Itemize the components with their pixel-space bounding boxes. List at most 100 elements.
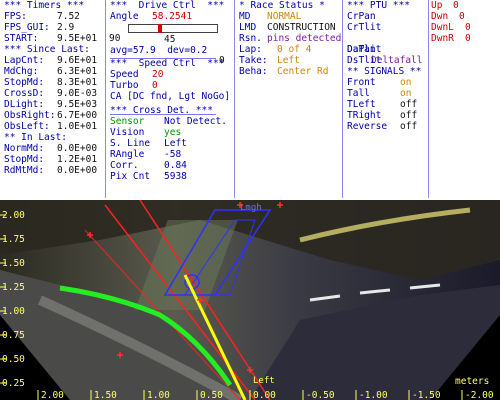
- timers-column: *** Timers *** FPS: 7.52 FPS_GUI: 2.9 STAR…: [0, 0, 104, 198]
- y-tick-label: 0.75: [2, 330, 25, 341]
- avg-text: avg=57.9 dev=0.2: [110, 45, 208, 56]
- crossd-label: CrossD:: [4, 88, 45, 99]
- beha-value: Center Rd: [277, 66, 329, 77]
- ca-row: CA [DC fnd, Lgt NoGo]: [106, 91, 233, 102]
- fps-label: FPS:: [4, 11, 27, 22]
- x-tick-label: 0.00: [253, 390, 276, 400]
- x-tick-label: 1.50: [94, 390, 117, 400]
- ptu-dstlit: DsTlit: [347, 55, 382, 66]
- dwnr-row: DwnR 0: [429, 33, 500, 44]
- beha-label: Beha:: [239, 66, 268, 77]
- start-label: START:: [4, 33, 39, 44]
- drive-column: *** Drive Ctrl *** Angle 58.2541 90 0 45 …: [106, 0, 233, 198]
- y-tick-label: 0.50: [2, 354, 25, 365]
- sline-row: S. Line Left: [106, 138, 233, 149]
- obsright-label: ObsRight:: [4, 110, 56, 121]
- pixcnt-value: 5938: [164, 171, 187, 182]
- y-tick-label: 1.25: [2, 282, 25, 293]
- rsn-value: pins detected: [267, 33, 341, 44]
- normmd-label: NormMd:: [4, 143, 45, 154]
- md-row: MD NORMAL: [235, 11, 341, 22]
- race-column: * Race Status * MD NORMAL LMD CONSTRUCTION…: [235, 0, 341, 198]
- dlight-row: DLight: 9.5E+03: [0, 99, 104, 110]
- lap-value: 0 of 4: [277, 44, 312, 55]
- fps-gui-label: FPS_GUI:: [4, 22, 50, 33]
- units-label: meters: [455, 376, 489, 387]
- x-axis: 2.00 1.50 1.00 0.50 0.00 -0.50 -1.00 -1.50 -2.00: [37, 390, 494, 400]
- obsright-row: ObsRight: 6.7E+00: [0, 110, 104, 121]
- crossd-row: CrossD: 9.0E-03: [0, 88, 104, 99]
- md-value: NORMAL: [267, 11, 302, 22]
- divider: [110, 58, 216, 59]
- dwnr-value: 0: [465, 33, 471, 44]
- dwnr-label: DwnR: [431, 33, 454, 44]
- ptu-crtlit: CrTlit: [347, 22, 382, 33]
- tleft-label: TLeft: [347, 99, 376, 110]
- normmd-row: NormMd: 0.0E+00: [0, 143, 104, 154]
- drive-header: *** Drive Ctrl ***: [110, 0, 225, 11]
- tright-value: off: [400, 110, 418, 121]
- take-value: Left: [277, 55, 300, 66]
- slider-value-row: 45: [106, 34, 233, 45]
- race-header: * Race Status *: [239, 0, 325, 11]
- ptu-item: DaPan Deltafall: [343, 33, 427, 66]
- up-label: Up: [431, 0, 443, 11]
- ptu-datlit: DaTlit: [347, 44, 382, 55]
- ptu-column: *** PTU *** CrPan CrTlit DaPan Deltafall…: [343, 0, 427, 198]
- y-tick-label: 0.25: [2, 378, 25, 389]
- speed-label: Speed: [110, 69, 139, 80]
- sline-label: S. Line: [110, 138, 151, 149]
- lapcnt-label: LapCnt:: [4, 55, 45, 66]
- overlay-left-label: Left: [253, 376, 275, 386]
- speed-row: Speed 20: [106, 69, 233, 80]
- x-tick-label: -1.00: [359, 390, 388, 400]
- stopmd-label: StopMd:: [4, 77, 45, 88]
- x-tick-label: -2.00: [465, 390, 494, 400]
- x-tick-label: 2.00: [41, 390, 64, 400]
- tright-label: TRight: [347, 110, 382, 121]
- stopmd-row: StopMd: 8.3E+01: [0, 77, 104, 88]
- slider-thumb[interactable]: [158, 24, 163, 33]
- turbo-value: 0: [152, 80, 158, 91]
- slider-max-label: 0: [219, 55, 225, 66]
- turbo-label: Turbo: [110, 80, 139, 91]
- dwn-value: 0: [459, 11, 465, 22]
- ptu-item: CrPan: [343, 11, 427, 22]
- y-tick-label: 1.00: [2, 306, 25, 317]
- sensor-label: Sensor: [110, 116, 145, 127]
- rangle-row: RAngle -58: [106, 149, 233, 160]
- rdmtmd-label: RdMtMd:: [4, 165, 45, 176]
- rsn-row: Rsn. pins detected: [235, 33, 341, 44]
- dwnl-label: DwnL: [431, 22, 454, 33]
- ptu-item: DaTlit: [343, 44, 427, 55]
- in-last-header: ** In Last:: [4, 132, 67, 143]
- tall-label: Tall: [347, 88, 370, 99]
- y-tick-label: 1.75: [2, 234, 25, 245]
- front-value: on: [400, 77, 412, 88]
- divider: [110, 114, 216, 115]
- slider-value: 45: [164, 34, 176, 45]
- ptu-item: CrTlit: [343, 22, 427, 33]
- fps-value: 7.52: [57, 11, 80, 22]
- angle-slider[interactable]: [128, 24, 218, 33]
- sensor-value: Not Detect.: [164, 116, 227, 127]
- angle-label: Angle: [110, 11, 139, 22]
- vision-value: yes: [164, 127, 182, 138]
- corr-label: Corr.: [110, 160, 139, 171]
- pixcnt-row: Pix Cnt 5938: [106, 171, 233, 182]
- obsleft-label: ObsLeft:: [4, 121, 50, 132]
- pixcnt-label: Pix Cnt: [110, 171, 151, 182]
- stopmd2-label: StopMd:: [4, 154, 45, 165]
- camera-view: Left Lmgh 2.00 1.75 1.50 1.25 1.00 0.75 0.50 0.…: [0, 200, 500, 400]
- fps-row: FPS: 7.52: [0, 11, 104, 22]
- stopmd2-row: StopMd: 1.2E+01: [0, 154, 104, 165]
- ptu-header: *** PTU ***: [347, 0, 410, 11]
- lap-row: Lap: 0 of 4: [235, 44, 341, 55]
- start-value: 9.5E+01: [57, 33, 98, 44]
- stopmd-value: 8.3E+01: [57, 77, 98, 88]
- tright-row: TRight off: [343, 110, 427, 121]
- mdchg-row: MdChg: 6.3E+01: [0, 66, 104, 77]
- y-tick-label: 1.50: [2, 258, 25, 269]
- tall-value: on: [400, 88, 412, 99]
- angle-row: Angle 58.2541: [106, 11, 233, 22]
